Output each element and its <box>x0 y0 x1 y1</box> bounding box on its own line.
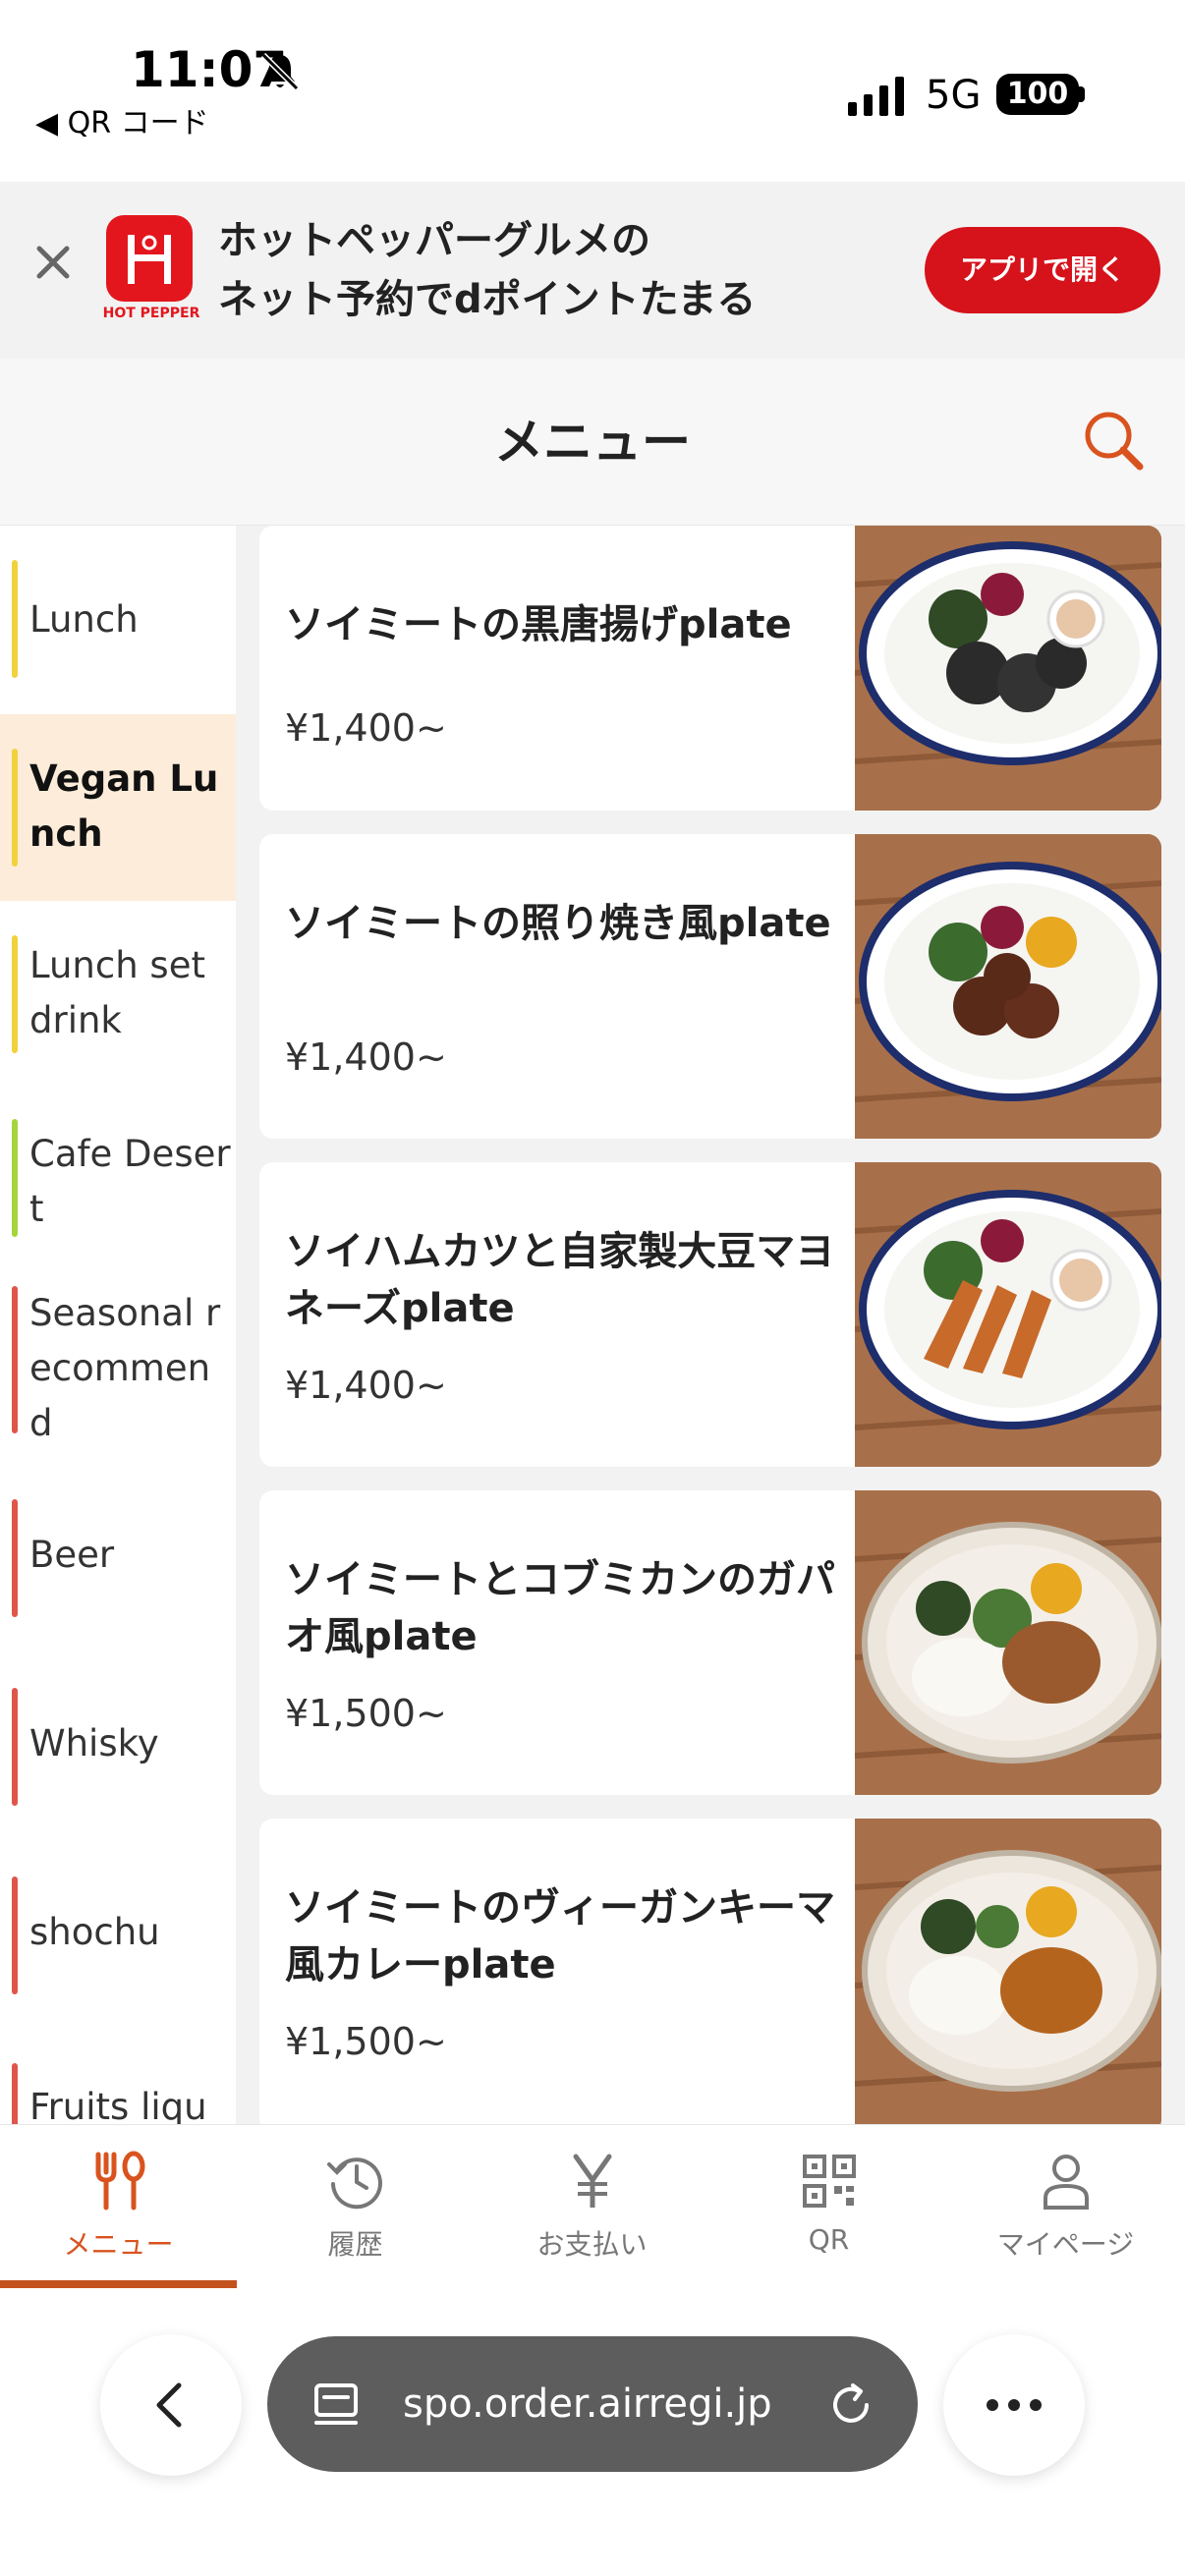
back-to-app-link[interactable]: ◀ QR コード <box>35 98 209 141</box>
category-label: Beer <box>29 1534 115 1576</box>
active-tab-indicator <box>0 2280 237 2288</box>
nav-label: 履歴 <box>327 2228 383 2261</box>
fork-knife-logo-icon <box>128 235 171 284</box>
category-item-lunch-set-drink[interactable]: Lunch set drink <box>0 901 236 1088</box>
chevron-left-icon <box>156 2382 182 2428</box>
menu-item-name: ソイミートとコブミカンのガパオ風plate <box>285 1557 835 1659</box>
nav-label: マイページ <box>996 2228 1135 2261</box>
menu-item-photo <box>855 1819 1161 2124</box>
category-item-seasonal-recommend[interactable]: Seasonal recommend <box>0 1257 236 1463</box>
history-icon <box>327 2157 382 2210</box>
banner-text: ホットペッパーグルメの ネット予約でdポイントたまる <box>218 211 756 329</box>
menu-item-name: ソイミートの照り焼き風plate <box>285 901 831 946</box>
bottom-nav: メニュー 履歴 お支払い QR マイページ <box>0 2124 1185 2289</box>
battery-tip <box>1079 86 1085 102</box>
category-item-whisky[interactable]: Whisky <box>0 1653 236 1840</box>
close-icon[interactable] <box>29 239 77 286</box>
page-menu-icon[interactable] <box>309 2378 364 2433</box>
category-label: Lunch set drink <box>29 944 205 1041</box>
menu-item-photo <box>855 834 1161 1139</box>
status-bar: 11:07 ◀ QR コード 5G 100 <box>0 0 1185 182</box>
menu-list: ソイミートの黒唐揚げplate ¥1,400~ ソイミートの照り焼き風plate… <box>236 526 1185 2124</box>
category-label: shochu <box>29 1911 160 1953</box>
banner-text-line1: ホットペッパーグルメの <box>218 218 650 263</box>
browser-back-button[interactable] <box>100 2334 242 2476</box>
category-color-bar <box>12 2063 18 2124</box>
network-type: 5G <box>926 73 982 118</box>
category-label: Vegan Lunch <box>29 757 219 855</box>
nav-mypage[interactable]: マイページ <box>947 2125 1184 2290</box>
category-label: Whisky <box>29 1722 159 1764</box>
signal-icon <box>848 77 904 116</box>
nav-payment[interactable]: お支払い <box>474 2125 710 2290</box>
category-color-bar <box>12 1286 18 1433</box>
logo-caption: HOT PEPPER <box>102 306 200 321</box>
category-item-lunch[interactable]: Lunch <box>0 526 236 712</box>
nav-menu[interactable]: メニュー <box>0 2125 237 2290</box>
nav-label: QR <box>808 2223 850 2256</box>
qr-icon <box>803 2155 856 2208</box>
menu-item-name: ソイミートの黒唐揚げplate <box>285 602 792 647</box>
category-color-bar <box>12 1499 18 1617</box>
category-color-bar <box>12 935 18 1053</box>
category-color-bar <box>12 1119 18 1237</box>
app-banner: HOT PEPPER ホットペッパーグルメの ネット予約でdポイントたまる アプ… <box>0 182 1185 359</box>
menu-item-card[interactable]: ソイミートの照り焼き風plate ¥1,400~ <box>259 834 1161 1139</box>
category-item-fruits-liqueur[interactable]: Fruits liqu <box>0 2029 236 2124</box>
page-title: メニュー <box>494 414 691 471</box>
category-label: Fruits liqu <box>29 2086 207 2124</box>
menu-item-price: ¥1,400~ <box>285 1036 447 1079</box>
menu-item-photo <box>855 1490 1161 1795</box>
category-label: Cafe Desert <box>29 1133 231 1230</box>
category-sidebar: Lunch Vegan Lunch Lunch set drink Cafe D… <box>0 526 236 2124</box>
url-text: spo.order.airregi.jp <box>403 2381 772 2427</box>
menu-item-photo <box>855 1162 1161 1467</box>
category-color-bar <box>12 1688 18 1806</box>
nav-qr[interactable]: QR <box>710 2125 947 2290</box>
yen-icon <box>573 2154 612 2208</box>
fork-spoon-icon <box>95 2151 145 2211</box>
menu-item-price: ¥1,400~ <box>285 706 447 750</box>
menu-item-name: ソイミートのヴィーガンキーマ風カレーplate <box>285 1885 835 1988</box>
banner-text-line2: ネット予約でdポイントたまる <box>218 277 757 322</box>
menu-item-card[interactable]: ソイミートの黒唐揚げplate ¥1,400~ <box>259 526 1161 811</box>
bell-muted-icon <box>260 52 300 91</box>
menu-item-card[interactable]: ソイミートとコブミカンのガパオ風plate ¥1,500~ <box>259 1490 1161 1795</box>
page-header: メニュー <box>0 359 1185 526</box>
reload-icon[interactable] <box>823 2378 878 2433</box>
search-icon[interactable] <box>1079 406 1148 475</box>
hotpepper-logo: HOT PEPPER <box>102 215 199 323</box>
category-color-bar <box>12 749 18 867</box>
menu-item-card[interactable]: ソイミートのヴィーガンキーマ風カレーplate ¥1,500~ <box>259 1819 1161 2124</box>
category-item-cafe-desert[interactable]: Cafe Desert <box>0 1090 236 1257</box>
category-item-beer[interactable]: Beer <box>0 1465 236 1652</box>
nav-label: お支払い <box>536 2228 648 2261</box>
category-label: Seasonal recommend <box>29 1292 221 1444</box>
category-color-bar <box>12 1876 18 1994</box>
menu-item-card[interactable]: ソイハムカツと自家製大豆マヨネーズplate ¥1,400~ <box>259 1162 1161 1467</box>
nav-label: メニュー <box>63 2228 174 2261</box>
category-item-vegan-lunch[interactable]: Vegan Lunch <box>0 714 236 901</box>
open-in-app-button[interactable]: アプリで開く <box>925 227 1160 313</box>
menu-item-photo <box>855 526 1161 811</box>
browser-toolbar: spo.order.airregi.jp <box>0 2289 1185 2576</box>
menu-item-price: ¥1,500~ <box>285 2020 447 2063</box>
category-label: Lunch <box>29 598 139 641</box>
person-icon <box>1044 2155 1089 2210</box>
battery-icon: 100 <box>996 74 1079 115</box>
more-dots-icon <box>987 2399 1042 2411</box>
menu-item-name: ソイハムカツと自家製大豆マヨネーズplate <box>285 1229 835 1331</box>
category-color-bar <box>12 560 18 678</box>
category-item-shochu[interactable]: shochu <box>0 1842 236 2029</box>
menu-item-price: ¥1,500~ <box>285 1692 447 1735</box>
nav-history[interactable]: 履歴 <box>237 2125 474 2290</box>
menu-item-price: ¥1,400~ <box>285 1364 447 1407</box>
address-bar[interactable]: spo.order.airregi.jp <box>267 2336 918 2472</box>
browser-more-button[interactable] <box>943 2334 1085 2476</box>
